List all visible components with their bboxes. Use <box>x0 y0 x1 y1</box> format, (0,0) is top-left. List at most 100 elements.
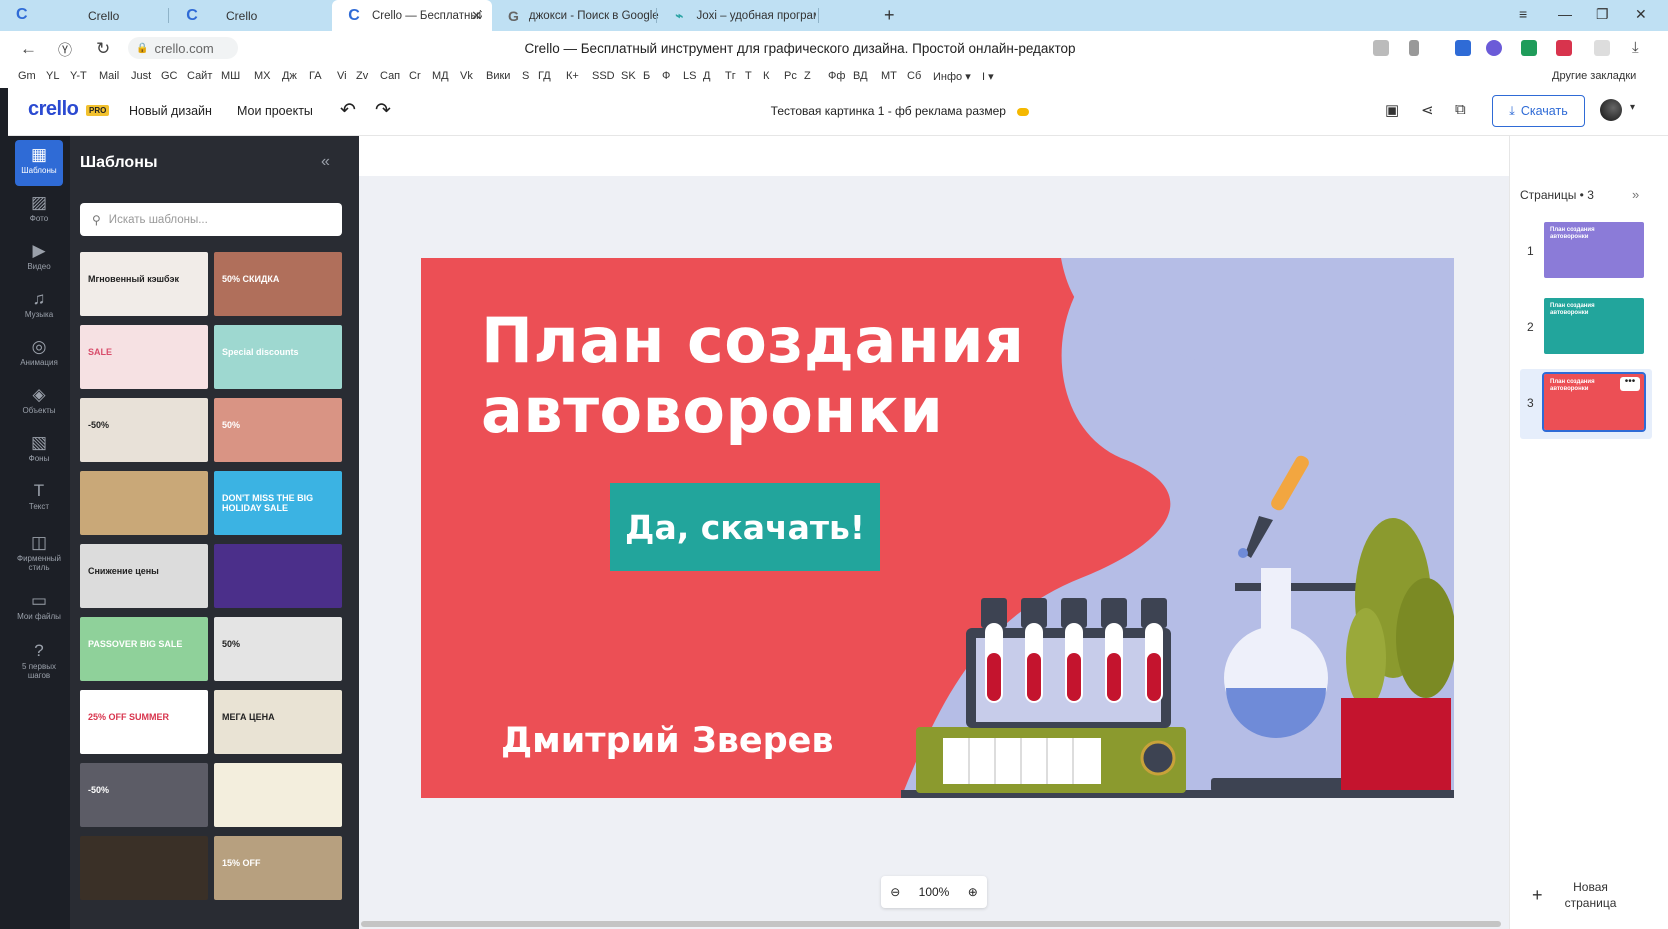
yandex-icon[interactable]: Ⓨ <box>58 40 72 60</box>
template-thumbnail[interactable] <box>80 836 208 900</box>
close-tab-icon[interactable]: ✕ <box>471 8 482 24</box>
bookmark-item[interactable]: SK <box>621 70 636 82</box>
bookmark-item[interactable]: YL <box>46 70 59 82</box>
sidebar-item-backgrounds[interactable]: ▧ Фоны <box>15 428 63 474</box>
headline[interactable]: План создания автоворонки <box>481 306 1024 446</box>
bookmark-item[interactable]: МШ <box>221 70 240 82</box>
extension-icon[interactable] <box>1455 40 1471 56</box>
zoom-level[interactable]: 100% <box>919 885 950 899</box>
new-design-link[interactable]: Новый дизайн <box>129 104 212 118</box>
translate-icon[interactable] <box>1373 40 1389 56</box>
browser-tab-3[interactable]: C Crello — Бесплатный и ✕ <box>332 0 492 31</box>
template-thumbnail[interactable]: Мгновенный кэшбэк <box>80 252 208 316</box>
crello-logo[interactable]: crello <box>28 98 79 121</box>
sidebar-item-help[interactable]: ? 5 первых шагов <box>15 636 63 682</box>
cta-button[interactable]: Да, скачать! <box>610 483 880 571</box>
document-title[interactable]: Тестовая картинка 1 - фб реклама размер <box>700 104 1100 118</box>
avatar[interactable] <box>1600 99 1622 121</box>
sidebar-item-video[interactable]: ▶ Видео <box>15 236 63 282</box>
bookmark-item[interactable]: Б <box>643 70 650 82</box>
bookmark-item[interactable]: МТ <box>881 70 897 82</box>
sidebar-item-brand[interactable]: ◫ Фирменный стиль <box>15 528 63 574</box>
template-thumbnail[interactable] <box>214 544 342 608</box>
sidebar-item-text[interactable]: T Текст <box>15 476 63 522</box>
bookmark-item[interactable]: К+ <box>566 70 579 82</box>
bookmark-item[interactable]: Рс <box>784 70 797 82</box>
expand-pages-icon[interactable]: » <box>1632 187 1639 202</box>
template-thumbnail[interactable] <box>80 471 208 535</box>
bookmark-item[interactable]: Vk <box>460 70 473 82</box>
bookmark-item[interactable]: Фф <box>828 70 845 82</box>
page-options-icon[interactable]: ••• <box>1620 377 1640 391</box>
template-thumbnail[interactable]: DON'T MISS THE BIG HOLIDAY SALE <box>214 471 342 535</box>
close-window-icon[interactable]: ✕ <box>1635 6 1647 23</box>
bookmark-item[interactable]: Тг <box>725 70 736 82</box>
page-thumbnail[interactable]: План создания автоворонки <box>1544 298 1644 354</box>
zoom-in-icon[interactable]: ⊕ <box>968 885 978 899</box>
zoom-out-icon[interactable]: ⊖ <box>890 885 900 899</box>
bookmark-item[interactable]: Just <box>131 70 151 82</box>
extensions-icon[interactable] <box>1594 40 1610 56</box>
extension-icon[interactable] <box>1556 40 1572 56</box>
template-thumbnail[interactable]: 50% СКИДКА <box>214 252 342 316</box>
template-thumbnail[interactable]: Снижение цены <box>80 544 208 608</box>
template-thumbnail[interactable]: 25% OFF SUMMER <box>80 690 208 754</box>
bookmark-item[interactable]: Cr <box>409 70 421 82</box>
template-thumbnail[interactable] <box>214 763 342 827</box>
sidebar-item-animation[interactable]: ◎ Анимация <box>15 332 63 378</box>
bookmark-item[interactable]: Сб <box>907 70 921 82</box>
template-thumbnail[interactable]: SALE <box>80 325 208 389</box>
design-canvas[interactable]: План создания автоворонки Да, скачать! Д… <box>421 258 1454 798</box>
chevron-down-icon[interactable]: ▾ <box>1630 102 1635 113</box>
bookmark-item[interactable]: S <box>522 70 529 82</box>
bookmark-item[interactable]: Z <box>804 70 811 82</box>
tab-search-icon[interactable]: ≡ <box>1519 6 1527 22</box>
bookmark-item[interactable]: GC <box>161 70 178 82</box>
url-field[interactable]: 🔒 crello.com <box>128 37 238 59</box>
page-thumbnail[interactable]: План создания автоворонки <box>1544 222 1644 278</box>
comment-icon[interactable]: ▣ <box>1385 101 1399 119</box>
other-bookmarks[interactable]: Другие закладки <box>1552 70 1636 82</box>
author-name[interactable]: Дмитрий Зверев <box>501 721 834 761</box>
resize-icon[interactable]: ⧉ <box>1455 101 1466 118</box>
browser-tab-2[interactable]: C Crello <box>170 0 330 31</box>
minimize-icon[interactable]: — <box>1558 6 1572 22</box>
bookmark-item[interactable]: Сайт <box>187 70 212 82</box>
extension-icon[interactable] <box>1486 40 1502 56</box>
download-icon[interactable]: ⤓ <box>1632 39 1639 56</box>
horizontal-scrollbar[interactable] <box>361 921 1501 927</box>
new-page-button[interactable]: + Новая страница <box>1520 876 1652 914</box>
bookmark-item[interactable]: ГА <box>309 70 322 82</box>
bookmark-item[interactable]: Инфо ▾ <box>933 70 971 83</box>
bookmark-item[interactable]: Вики <box>486 70 510 82</box>
bookmark-item[interactable]: Zv <box>356 70 368 82</box>
bookmark-icon[interactable] <box>1409 40 1419 56</box>
sidebar-item-photo[interactable]: ▨ Фото <box>15 188 63 234</box>
template-thumbnail[interactable]: PASSOVER BIG SALE <box>80 617 208 681</box>
template-thumbnail[interactable]: 50% <box>214 617 342 681</box>
sidebar-item-music[interactable]: ♫ Музыка <box>15 284 63 330</box>
share-icon[interactable]: ⋖ <box>1421 101 1434 119</box>
bookmark-item[interactable]: Дж <box>282 70 297 82</box>
bookmark-item[interactable]: SSD <box>592 70 615 82</box>
template-thumbnail[interactable]: МЕГА ЦЕНА <box>214 690 342 754</box>
my-projects-link[interactable]: Мои проекты <box>237 104 313 118</box>
bookmark-item[interactable]: К <box>763 70 769 82</box>
template-thumbnail[interactable]: 15% OFF <box>214 836 342 900</box>
page-thumbnail[interactable]: План создания автоворонки ••• <box>1542 372 1646 432</box>
browser-tab-1[interactable]: Crello <box>40 0 166 31</box>
restore-icon[interactable]: ❐ <box>1596 6 1609 23</box>
reload-icon[interactable]: ↻ <box>96 39 110 59</box>
bookmark-item[interactable]: Vi <box>337 70 347 82</box>
bookmark-item[interactable]: Mail <box>99 70 119 82</box>
bookmark-item[interactable]: Ф <box>662 70 670 82</box>
sidebar-item-templates[interactable]: ▦ Шаблоны <box>15 140 63 186</box>
search-input[interactable]: ⚲ Искать шаблоны... <box>80 203 342 236</box>
bookmark-item[interactable]: Д <box>703 70 710 82</box>
new-tab-button[interactable]: + <box>884 5 895 26</box>
bookmark-item[interactable]: ГД <box>538 70 551 82</box>
sidebar-item-objects[interactable]: ◈ Объекты <box>15 380 63 426</box>
bookmark-item[interactable]: Сап <box>380 70 400 82</box>
bookmark-item[interactable]: Y-T <box>70 70 87 82</box>
bookmark-item[interactable]: МХ <box>254 70 271 82</box>
